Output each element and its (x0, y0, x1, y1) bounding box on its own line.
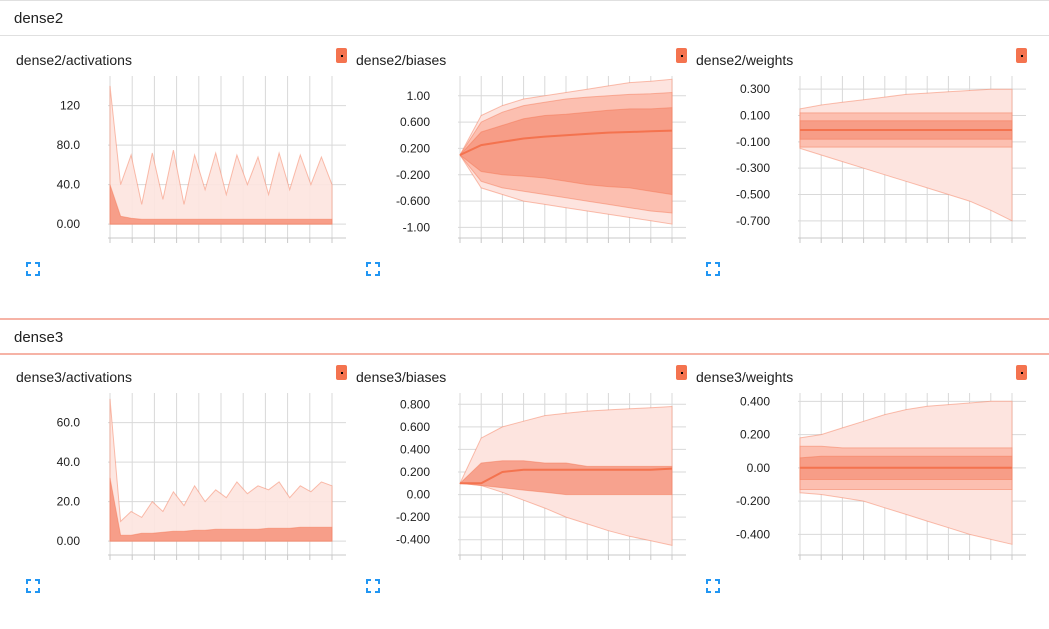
y-tick-label: -0.500 (736, 188, 770, 202)
section-header-dense2[interactable]: dense2 (0, 0, 1049, 36)
chart-card-dense3-biases: dense3/biases 0.800 0.600 0.400 0.200 0.00 -0… (356, 365, 696, 629)
expand-icon[interactable] (706, 579, 720, 593)
histogram-chart: 0.400 0.200 0.00 -0.200 -0.400 (736, 393, 1026, 560)
y-tick-label: 0.300 (740, 82, 770, 96)
expand-icon[interactable] (26, 579, 40, 593)
run-color-menu-button[interactable] (676, 365, 687, 380)
expand-icon[interactable] (706, 262, 720, 276)
y-tick-label: 0.200 (400, 141, 430, 155)
y-tick-label: 0.200 (400, 465, 430, 479)
chart-card-dense2-biases: dense2/biases 1.00 0.600 0.200 -0.200 -0.600… (356, 48, 696, 312)
histogram-chart: 0.300 0.100 -0.100 -0.300 -0.500 -0.700 (736, 76, 1026, 243)
y-tick-label: -0.400 (736, 527, 770, 541)
y-tick-label: 0.00 (57, 534, 81, 548)
section-title: dense3 (14, 329, 64, 346)
y-tick-label: 0.100 (740, 109, 770, 123)
chart-title: dense2/weights (696, 52, 794, 68)
y-tick-label: 120 (60, 99, 80, 113)
y-tick-label: 0.600 (400, 115, 430, 129)
y-tick-label: 40.0 (57, 178, 81, 192)
chart-card-dense2-weights: dense2/weights 0.300 0.100 -0.100 -0.300 -0.… (696, 48, 1036, 312)
section-title: dense2 (14, 10, 64, 27)
y-tick-label: 0.400 (400, 442, 430, 456)
y-tick-label: 60.0 (57, 416, 81, 430)
y-tick-label: 1.00 (407, 89, 431, 103)
histogram-chart: 120 80.0 40.0 0.00 (57, 76, 346, 243)
chart-card-dense3-activations: dense3/activations 60.0 40.0 20.0 0.00 (16, 365, 356, 629)
y-tick-label: 0.800 (400, 397, 430, 411)
run-color-menu-button[interactable] (336, 48, 347, 63)
histogram-chart: 1.00 0.600 0.200 -0.200 -0.600 -1.00 (396, 76, 686, 243)
y-tick-label: 40.0 (57, 455, 81, 469)
y-tick-label: -0.200 (396, 510, 430, 524)
expand-icon[interactable] (26, 262, 40, 276)
y-tick-label: -0.200 (736, 494, 770, 508)
y-tick-label: 80.0 (57, 138, 81, 152)
chart-title: dense3/activations (16, 369, 132, 385)
y-tick-label: -0.300 (736, 161, 770, 175)
chart-title: dense3/biases (356, 369, 447, 385)
histogram-chart: 60.0 40.0 20.0 0.00 (57, 393, 346, 560)
y-tick-label: 0.200 (740, 428, 770, 442)
y-tick-label: 0.00 (57, 217, 81, 231)
y-tick-label: -1.00 (403, 220, 431, 234)
y-tick-label: -0.400 (396, 533, 430, 547)
y-tick-label: -0.200 (396, 168, 430, 182)
chart-title: dense2/biases (356, 52, 447, 68)
run-color-menu-button[interactable] (676, 48, 687, 63)
run-color-menu-button[interactable] (1016, 48, 1027, 63)
chart-card-dense3-weights: dense3/weights 0.400 0.200 0.00 -0.200 -0.40… (696, 365, 1036, 629)
histogram-chart: 0.800 0.600 0.400 0.200 0.00 -0.200 -0.400 (396, 393, 686, 560)
y-tick-label: -0.100 (736, 135, 770, 149)
y-tick-label: 20.0 (57, 495, 81, 509)
expand-icon[interactable] (366, 579, 380, 593)
y-tick-label: 0.400 (740, 394, 770, 408)
section-header-dense3[interactable]: dense3 (0, 318, 1049, 355)
run-color-menu-button[interactable] (1016, 365, 1027, 380)
y-tick-label: -0.700 (736, 214, 770, 228)
y-tick-label: -0.600 (396, 194, 430, 208)
y-tick-label: 0.00 (407, 488, 431, 502)
y-tick-label: 0.00 (747, 461, 771, 475)
chart-title: dense2/activations (16, 52, 132, 68)
expand-icon[interactable] (366, 262, 380, 276)
y-tick-label: 0.600 (400, 420, 430, 434)
run-color-menu-button[interactable] (336, 365, 347, 380)
chart-card-dense2-activations: dense2/activations 120 80.0 40.0 0.00 (16, 48, 356, 312)
chart-title: dense3/weights (696, 369, 794, 385)
